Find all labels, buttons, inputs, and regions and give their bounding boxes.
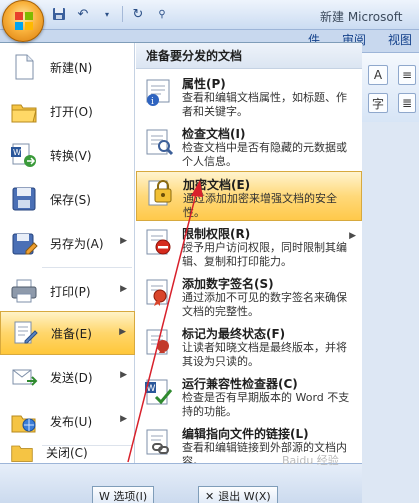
printer-icon [11,279,37,303]
phonetic-button[interactable]: 字 [368,93,388,113]
menu-item-save-as[interactable]: 另存为(A) ▶ [0,221,135,265]
menu-item-close[interactable]: 关闭(C) [0,439,135,465]
save-as-icon [12,233,38,255]
svg-text:i: i [151,97,154,107]
submenu-arrow-icon: ▶ [119,327,126,337]
option-description: 让读者知晓文档是最终版本，并将其设为只读的。 [182,341,347,368]
option-mark-as-final[interactable]: 标记为最终状态(F) 让读者知晓文档是最终版本，并将其设为只读的。 [136,321,362,371]
menu-item-send[interactable]: 发送(D) ▶ [0,355,135,399]
save-icon[interactable] [50,5,68,23]
option-compatibility-checker[interactable]: W 运行兼容性检查器(C) 检查是否有早期版本的 Word 不支持的功能。 [136,371,362,421]
menu-separator [42,267,132,268]
menu-item-print[interactable]: 打印(P) ▶ [0,269,135,313]
menu-bottom-bar: W 选项(I) ✕ 退出 W(X) [0,463,362,503]
option-description: 授予用户访问权限，同时限制其编辑、复制和打印能力。 [182,241,347,268]
menu-right-pane: 准备要分发的文档 i 属性(P) 查看和编辑文档属性，如标题、作者和关键字。 检… [136,43,362,468]
option-description: 检查文档中是否有隐藏的元数据或个人信息。 [182,141,347,168]
submenu-header: 准备要分发的文档 [136,43,362,69]
option-description: 通过添加加密来增强文档的安全性。 [183,192,337,219]
menu-item-label: 准备(E) [51,326,92,341]
menu-left-pane: 新建(N) 打开(O) W 转换(V) 保存(S) 另存为(A) ▶ 打印(P)… [0,43,135,463]
prepare-icon [14,321,38,344]
option-title: 标记为最终状态(F) [182,327,286,341]
svg-text:W: W [13,148,21,157]
menu-item-label: 关闭(C) [46,445,88,460]
open-folder-icon [11,104,37,123]
menu-item-label: 发送(D) [50,370,93,385]
option-encrypt-document[interactable]: 加密文档(E) 通过添加加密来增强文档的安全性。 [136,171,362,221]
undo-icon[interactable]: ↶ [74,5,92,23]
menu-item-new[interactable]: 新建(N) [0,45,135,89]
menu-item-label: 打印(P) [50,284,91,299]
qat-separator [122,6,123,22]
submenu-arrow-icon: ▶ [120,284,127,294]
compatibility-checker-icon: W [145,379,173,405]
exit-word-label: 退出 W(X) [218,490,271,503]
save-disk-icon [12,187,36,211]
align-icon[interactable]: ≣ [398,93,416,113]
menu-item-convert[interactable]: W 转换(V) [0,133,135,177]
menu-item-save[interactable]: 保存(S) [0,177,135,221]
edit-links-icon [146,429,169,455]
digital-signature-icon [146,279,168,306]
inspect-document-icon [146,129,174,156]
restrict-permission-icon [146,229,171,255]
option-title: 添加数字签名(S) [182,277,274,291]
mark-final-icon [146,329,169,355]
menu-item-label: 新建(N) [50,60,93,75]
word-options-label: W 选项(I) [99,490,148,503]
properties-icon: i [146,79,170,107]
redo-icon[interactable]: ↻ [129,5,147,23]
word-options-button[interactable]: W 选项(I) [92,486,155,503]
list-icon[interactable]: ≡ [398,65,416,85]
menu-item-prepare[interactable]: 准备(E) ▶ [0,311,135,355]
option-title: 运行兼容性检查器(C) [182,377,298,391]
option-description: 通过添加不可见的数字签名来确保文档的完整性。 [182,291,347,318]
option-add-digital-signature[interactable]: 添加数字签名(S) 通过添加不可见的数字签名来确保文档的完整性。 [136,271,362,321]
tab-view[interactable]: 视图 [388,30,412,52]
encrypt-lock-icon [148,180,172,206]
quick-access-toolbar: ↶ ▾ ↻ ⚲ [50,5,171,23]
font-size-button[interactable]: A [368,65,388,85]
option-title: 限制权限(R) [182,227,251,241]
submenu-arrow-icon: ▶ [120,370,127,380]
option-description: 查看和编辑文档属性，如标题、作者和关键字。 [182,91,347,118]
office-logo-icon [15,12,33,30]
option-title: 加密文档(E) [183,178,251,192]
dropdown-icon[interactable]: ▾ [98,5,116,23]
svg-text:W: W [147,384,156,394]
exit-word-button[interactable]: ✕ 退出 W(X) [198,486,278,503]
convert-icon: W [11,143,36,167]
office-button[interactable] [2,0,44,42]
submenu-arrow-icon: ▶ [349,231,356,241]
option-title: 编辑指向文件的链接(L) [182,427,309,441]
option-inspect-document[interactable]: 检查文档(I) 检查文档中是否有隐藏的元数据或个人信息。 [136,121,362,171]
document-area [360,122,419,503]
close-x-icon: ✕ [205,489,215,503]
submenu-arrow-icon: ▶ [120,236,127,246]
close-folder-icon [11,445,33,462]
send-icon [12,369,38,386]
new-document-icon [15,54,34,80]
office-menu: 新建(N) 打开(O) W 转换(V) 保存(S) 另存为(A) ▶ 打印(P)… [0,42,362,503]
menu-item-label: 另存为(A) [50,236,104,251]
ribbon-area: A ≡ 字 ≣ [360,52,419,122]
baidu-watermark: Baidu 经验 [282,454,339,467]
option-title: 属性(P) [182,77,226,91]
menu-item-label: 打开(O) [50,104,93,119]
window-title: 新建 Microsoft [320,10,403,24]
menu-item-label: 保存(S) [50,192,91,207]
option-description: 检查是否有早期版本的 Word 不支持的功能。 [182,391,350,418]
menu-item-label: 转换(V) [50,148,92,163]
menu-item-open[interactable]: 打开(O) [0,89,135,133]
option-title: 检查文档(I) [182,127,246,141]
customize-icon[interactable]: ⚲ [153,5,171,23]
title-bar: ↶ ▾ ↻ ⚲ 新建 Microsoft [0,0,419,30]
option-restrict-permission[interactable]: 限制权限(R) 授予用户访问权限，同时限制其编辑、复制和打印能力。 ▶ [136,221,362,271]
option-properties[interactable]: i 属性(P) 查看和编辑文档属性，如标题、作者和关键字。 [136,71,362,121]
